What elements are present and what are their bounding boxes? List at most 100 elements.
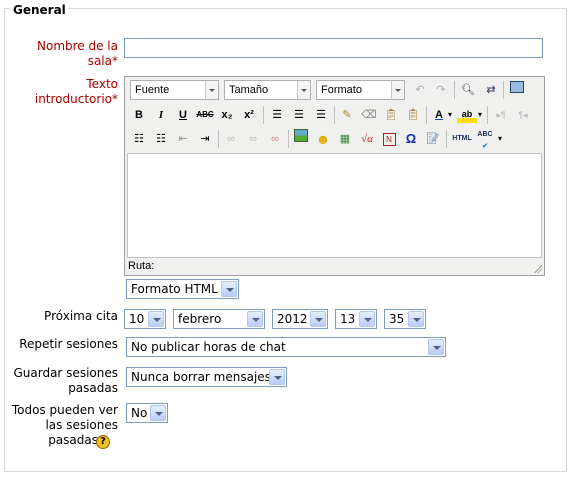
italic-button[interactable]: I (151, 105, 171, 125)
smiley-icon[interactable]: ☻ (313, 129, 333, 149)
room-name-input[interactable] (124, 38, 543, 58)
next-date-label: Próxima cita (44, 309, 118, 323)
bullet-list-icon[interactable]: ☷ (129, 129, 149, 149)
nolink-icon[interactable]: N (379, 129, 399, 149)
unlink-icon[interactable]: ∞ (243, 129, 263, 149)
view-label-line1: Todos pueden ver (11, 403, 118, 417)
hour-value: 13 (340, 312, 356, 326)
spellcheck-label: ABC (477, 131, 493, 138)
repeat-sessions-select[interactable]: No publicar horas de chat (126, 337, 446, 357)
day-select[interactable]: 10 (124, 309, 166, 329)
outdent-icon[interactable]: ⇤ (173, 129, 193, 149)
keep-sessions-select[interactable]: Nunca borrar mensajes (126, 367, 287, 387)
html-editor: Fuente Tamaño Formato ↶ ↷ 🔍︎ ⇄ B I U ABC… (124, 76, 545, 276)
image-icon[interactable] (291, 129, 311, 149)
eraser-icon[interactable]: ⌫ (359, 105, 379, 125)
paste-text-icon[interactable]: 📋︎ (381, 105, 401, 125)
strikethrough-button[interactable]: ABC (195, 105, 215, 125)
media-icon[interactable]: ▦ (335, 129, 355, 149)
rtl-icon[interactable]: ¶◂ (513, 105, 533, 125)
numbered-list-icon[interactable]: ☷ (151, 129, 171, 149)
anchor-icon[interactable]: ∞ (265, 129, 285, 149)
special-char-button[interactable]: Ω (401, 129, 421, 149)
day-value: 10 (129, 312, 145, 326)
year-select[interactable]: 2012 (272, 309, 328, 329)
align-center-icon[interactable]: ☰ (289, 105, 309, 125)
format-select[interactable]: Formato (316, 80, 405, 100)
highlight-color-icon[interactable]: ab (457, 107, 477, 123)
view-label-line2: las sesiones (45, 418, 118, 432)
minute-value: 35 (389, 312, 405, 326)
font-select[interactable]: Fuente (130, 80, 219, 100)
replace-icon[interactable]: ⇄ (481, 80, 501, 100)
chevron-down-icon (269, 369, 285, 385)
toolbar-separator (288, 130, 289, 148)
toolbar-separator (454, 81, 455, 99)
align-right-icon[interactable]: ☰ (311, 105, 331, 125)
text-format-select[interactable]: Formato HTML (126, 279, 239, 299)
bold-button[interactable]: B (129, 105, 149, 125)
undo-icon[interactable]: ↶ (410, 80, 430, 100)
chevron-down-icon[interactable]: ▾ (445, 105, 455, 125)
edit-icon[interactable]: 📝︎ (423, 129, 443, 149)
chevron-down-icon (297, 81, 310, 99)
intro-label-line2: introductorio (34, 92, 112, 106)
toolbar-separator (503, 81, 504, 99)
fullscreen-icon[interactable] (507, 80, 527, 100)
intro-label-line1: Texto (86, 77, 118, 91)
chevron-down-icon (391, 81, 404, 99)
toolbar-separator (426, 106, 427, 124)
intro-text-area[interactable] (127, 153, 542, 258)
toolbar-separator (263, 106, 264, 124)
spellcheck-button[interactable]: ABC ✔ (475, 129, 495, 150)
ltr-icon[interactable]: ▸¶ (491, 105, 511, 125)
chevron-down-icon[interactable]: ▾ (495, 129, 505, 149)
repeat-sessions-label: Repetir sesiones (19, 337, 118, 351)
chevron-down-icon (247, 311, 263, 327)
link-icon[interactable]: ∞ (221, 129, 241, 149)
hour-select[interactable]: 13 (335, 309, 377, 329)
minute-select[interactable]: 35 (384, 309, 426, 329)
size-select[interactable]: Tamaño (224, 80, 311, 100)
view-sessions-select[interactable]: No (126, 403, 168, 423)
intro-text-label: Texto introductorio* (10, 77, 118, 107)
chevron-down-icon (408, 311, 424, 327)
size-select-value: Tamaño (229, 84, 269, 96)
toolbar-separator (218, 130, 219, 148)
help-icon[interactable]: ? (96, 435, 110, 449)
view-sessions-value: No (131, 406, 148, 420)
html-source-button[interactable]: HTML (449, 129, 475, 149)
redo-icon[interactable]: ↷ (431, 80, 451, 100)
keep-sessions-label: Guardar sesiones pasadas (10, 366, 118, 396)
chevron-down-icon (205, 81, 218, 99)
month-value: febrero (178, 312, 222, 326)
room-name-label-line2: sala (87, 54, 112, 68)
chevron-down-icon[interactable]: ▾ (475, 105, 485, 125)
clean-format-icon[interactable]: ✎ (337, 105, 357, 125)
indent-icon[interactable]: ⇥ (195, 129, 215, 149)
chevron-down-icon (310, 311, 326, 327)
text-format-value: Formato HTML (131, 282, 218, 296)
font-select-value: Fuente (135, 84, 170, 96)
repeat-sessions-value: No publicar horas de chat (131, 340, 286, 354)
align-left-icon[interactable]: ☰ (267, 105, 287, 125)
month-select[interactable]: febrero (173, 309, 265, 329)
editor-path: Ruta: (128, 260, 155, 272)
format-select-value: Formato (321, 84, 362, 96)
toolbar-separator (446, 130, 447, 148)
resize-grip-icon[interactable] (534, 265, 542, 273)
find-icon[interactable]: 🔍︎ (458, 80, 478, 100)
superscript-button[interactable]: x² (239, 105, 259, 125)
equation-icon[interactable]: √α (357, 129, 377, 149)
required-mark: * (112, 54, 118, 68)
paste-word-icon[interactable]: 📋︎ (403, 105, 423, 125)
chevron-down-icon (221, 281, 237, 297)
toolbar-separator (487, 106, 488, 124)
chevron-down-icon (148, 311, 164, 327)
keep-label-line1: Guardar sesiones (13, 366, 118, 380)
chevron-down-icon (150, 405, 166, 421)
room-name-label: Nombre de la sala* (10, 39, 118, 69)
underline-button[interactable]: U (173, 105, 193, 125)
subscript-button[interactable]: x₂ (217, 105, 237, 125)
keep-label-line2: pasadas (68, 381, 118, 395)
